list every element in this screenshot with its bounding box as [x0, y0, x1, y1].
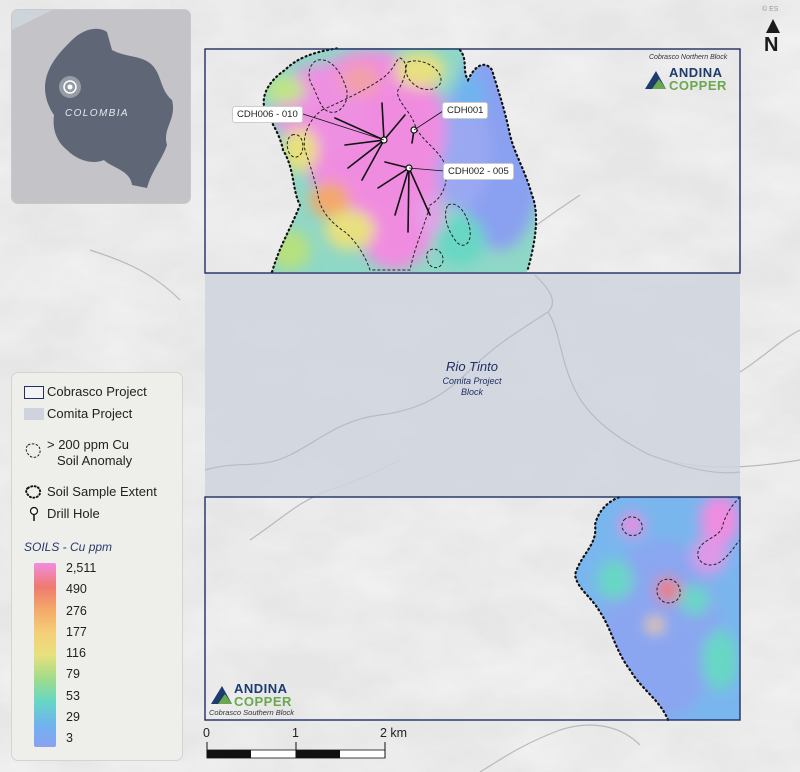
legend-cobrasco-swatch — [24, 386, 44, 399]
soils-title: SOILS - Cu ppm — [24, 540, 113, 554]
legend-cobrasco-label: Cobrasco Project — [47, 384, 147, 399]
comita-subtitle-line2: Block — [460, 387, 483, 397]
scale-label-2: 2 km — [380, 726, 408, 740]
project-location-dot — [67, 84, 73, 90]
soils-tick-label: 177 — [66, 624, 87, 639]
southern-block-caption: Cobrasco Southern Block — [209, 708, 295, 717]
drill-label-cdh006: CDH006 - 010 — [233, 107, 302, 122]
soils-tick-label: 53 — [66, 688, 80, 703]
soils-tick-label: 116 — [66, 646, 86, 660]
northern-logo: ANDINA COPPER — [669, 66, 727, 92]
legend-panel: Cobrasco Project Comita Project > 200 pp… — [12, 373, 182, 760]
soils-tick-label: 79 — [66, 667, 80, 682]
southern-logo-line2: COPPER — [234, 694, 292, 709]
comita-title: Rio Tinto — [446, 359, 498, 374]
inset-map: COLOMBIA — [12, 10, 190, 203]
scale-label-0: 0 — [203, 726, 210, 740]
soils-tick-label: 276 — [66, 603, 87, 618]
soils-tick-label: 3 — [66, 731, 73, 745]
legend-anomaly-label-2: Soil Anomaly — [57, 453, 133, 468]
legend-drill-label: Drill Hole — [47, 506, 100, 521]
northern-block-caption: Cobrasco Northern Block — [649, 54, 728, 61]
legend-comita-label: Comita Project — [47, 406, 133, 421]
legend-comita-swatch — [24, 408, 44, 420]
soils-tick-label: 2,511 — [66, 561, 97, 575]
inset-map-svg — [12, 10, 190, 203]
northern-logo-line2: COPPER — [669, 78, 727, 93]
soils-tick-label: 490 — [66, 582, 87, 597]
soils-color-ramp — [34, 563, 56, 747]
legend-anomaly-icon — [25, 443, 41, 458]
legend-extent-label: Soil Sample Extent — [47, 484, 157, 499]
scale-label-1: 1 — [292, 726, 299, 740]
drill-label-cdh001: CDH001 — [443, 103, 488, 118]
drill-label-cdh002: CDH002 - 005 — [444, 164, 513, 179]
legend-anomaly-label-1: > 200 ppm Cu — [47, 437, 130, 452]
drill-hole-icon — [29, 506, 39, 521]
legend-extent-icon — [25, 485, 42, 499]
southern-logo: ANDINA COPPER — [234, 682, 292, 708]
soils-tick-label: 29 — [66, 709, 80, 724]
north-arrow-label: N — [764, 34, 779, 56]
inset-country-label: COLOMBIA — [65, 108, 129, 119]
comita-subtitle-line1: Comita Project — [442, 376, 502, 386]
map-credit: © ES — [762, 6, 779, 13]
